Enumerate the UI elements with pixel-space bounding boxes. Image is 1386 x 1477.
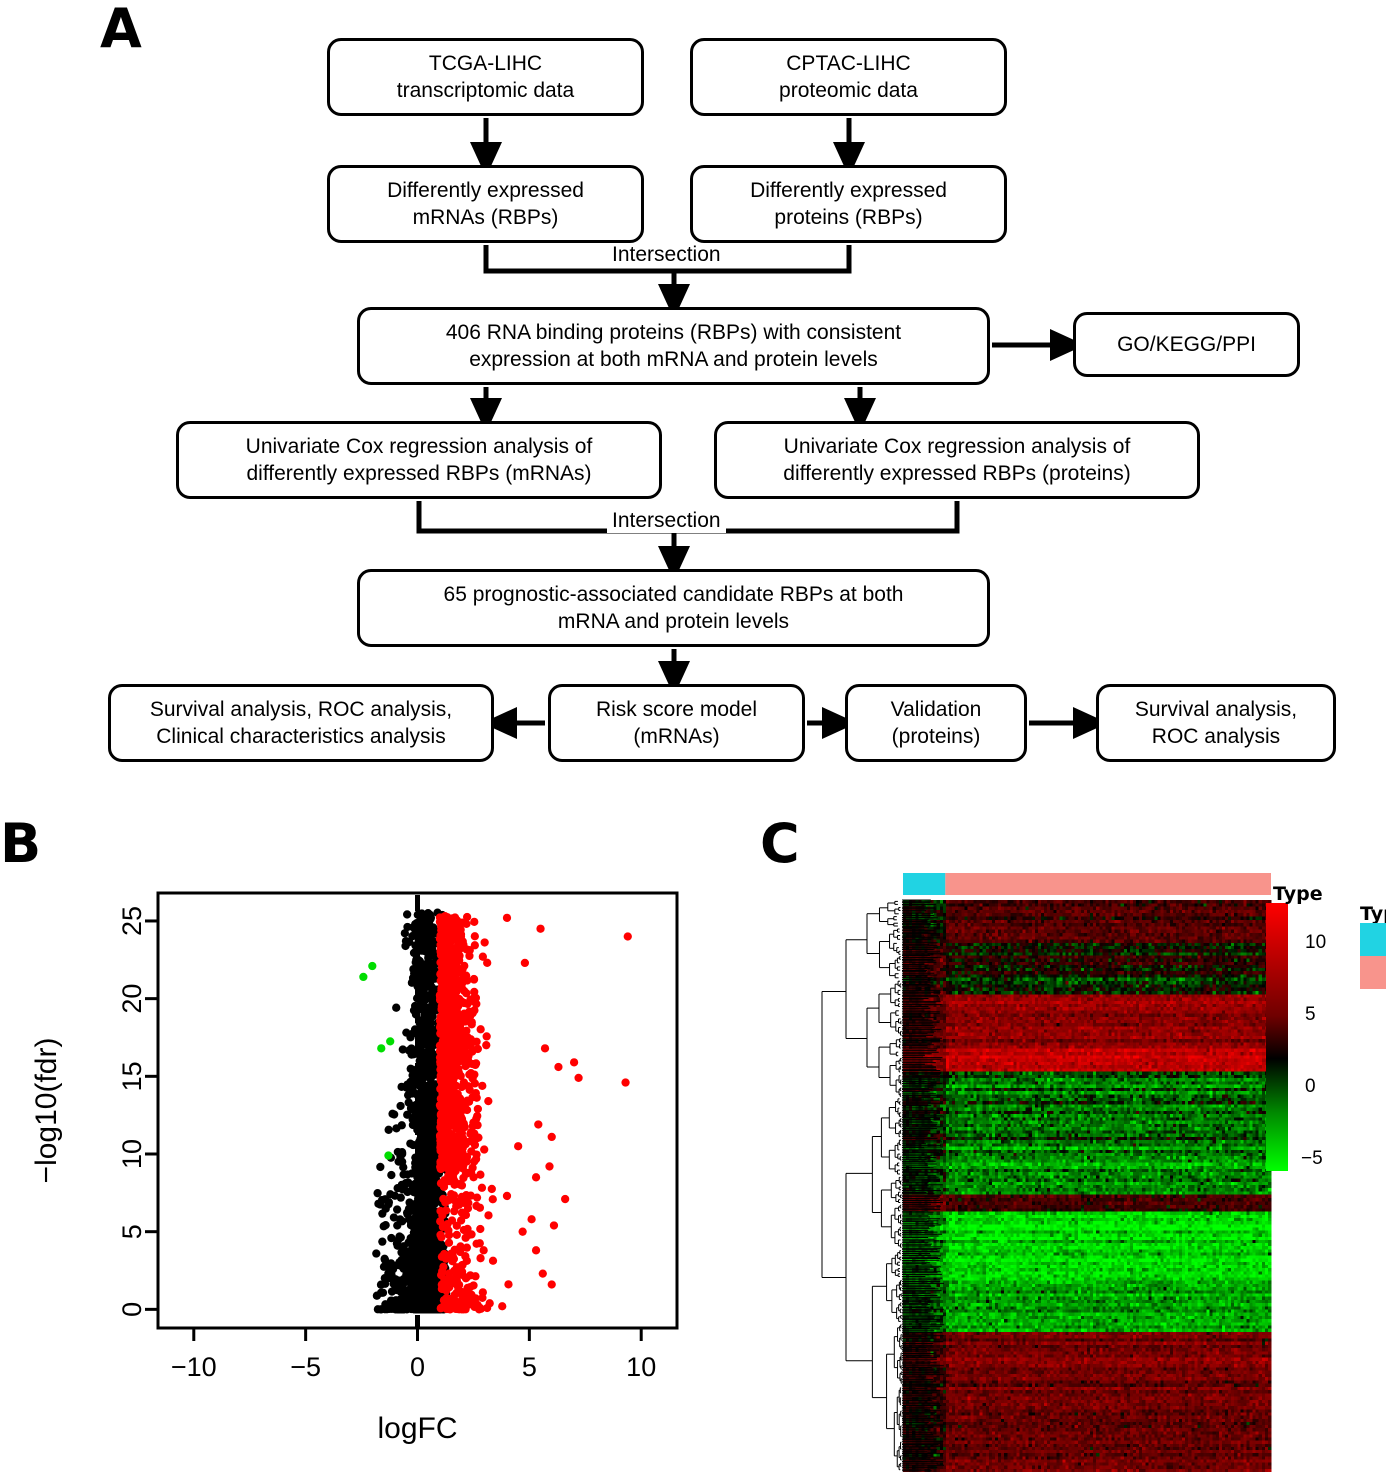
- heatmap-type-bar-title: Type: [1273, 883, 1323, 905]
- heatmap-scale-tick-0: 0: [1305, 1076, 1316, 1098]
- flowchart-box-text: CPTAC-LIHC proteomic data: [779, 50, 918, 105]
- flowchart-box-go-kegg-ppi: GO/KEGG/PPI: [1073, 312, 1300, 377]
- heatmap-colorbar: [1266, 903, 1288, 1171]
- flowchart-box-survival-clinical: Survival analysis, ROC analysis, Clinica…: [108, 684, 494, 762]
- volcano-ytick-2: 10: [117, 1139, 147, 1169]
- flowchart-box-tcga: TCGA-LIHC transcriptomic data: [327, 38, 644, 116]
- heatmap-legend-title: Type: [1360, 903, 1386, 925]
- heatmap-scale-tick-minus5: −5: [1301, 1148, 1323, 1170]
- flowchart-box-rbp65: 65 prognostic-associated candidate RBPs …: [357, 569, 990, 647]
- heatmap-chart: [760, 815, 1386, 1472]
- heatmap-legend-swatch-t: [1360, 956, 1386, 989]
- volcano-ytick-3: 15: [117, 1061, 147, 1091]
- heatmap-row-dendrogram: [822, 900, 944, 1471]
- flowchart-box-survival-roc: Survival analysis, ROC analysis: [1096, 684, 1336, 762]
- flowchart-connectors: [0, 0, 1386, 800]
- heatmap-type-bar-t: [945, 873, 1271, 895]
- volcano-ytick-4: 20: [117, 984, 147, 1014]
- flowchart-box-validation: Validation (proteins): [845, 684, 1027, 762]
- flowchart-box-text: 65 prognostic-associated candidate RBPs …: [444, 581, 904, 636]
- flowchart-box-cox-protein: Univariate Cox regression analysis of di…: [714, 421, 1200, 499]
- flowchart-box-text: Validation (proteins): [891, 696, 982, 751]
- volcano-xtick-3: 5: [522, 1352, 537, 1382]
- heatmap-scale-tick-5: 5: [1305, 1004, 1316, 1026]
- flowchart-box-text: TCGA-LIHC transcriptomic data: [397, 50, 574, 105]
- workflow-flowchart-panel: A: [0, 0, 1386, 800]
- volcano-y-axis-label: −log10(fdr): [30, 1038, 63, 1184]
- volcano-plot-panel: B −10−505100510152025logFC−log10(fdr): [0, 815, 700, 1472]
- flowchart-box-text: Survival analysis, ROC analysis, Clinica…: [150, 696, 452, 751]
- volcano-xtick-1: −5: [290, 1352, 321, 1382]
- flowchart-box-text: GO/KEGG/PPI: [1117, 331, 1256, 358]
- heatmap-legend-swatch-n: [1360, 923, 1386, 956]
- flowchart-label-intersection-2: Intersection: [607, 509, 726, 533]
- volcano-x-axis-label: logFC: [377, 1412, 457, 1445]
- flowchart-box-text: Univariate Cox regression analysis of di…: [246, 433, 593, 488]
- volcano-chart: −10 −5 0 5 10 0 5 10 15 20 25 logFC −log10(fdr): [0, 815, 700, 1472]
- volcano-xtick-4: 10: [626, 1352, 656, 1382]
- flowchart-box-cptac: CPTAC-LIHC proteomic data: [690, 38, 1007, 116]
- flowchart-box-text: Univariate Cox regression analysis of di…: [783, 433, 1130, 488]
- flowchart-box-rbp406: 406 RNA binding proteins (RBPs) with con…: [357, 307, 990, 385]
- panel-letter-a: A: [100, 2, 142, 56]
- volcano-xtick-0: −10: [171, 1352, 217, 1382]
- flowchart-box-de-protein: Differently expressed proteins (RBPs): [690, 165, 1007, 243]
- flowchart-box-de-mrna: Differently expressed mRNAs (RBPs): [327, 165, 644, 243]
- flowchart-box-text: Risk score model (mRNAs): [596, 696, 757, 751]
- flowchart-box-cox-mrna: Univariate Cox regression analysis of di…: [176, 421, 662, 499]
- heatmap-type-bar-n: [903, 873, 945, 895]
- flowchart-box-risk-score-model: Risk score model (mRNAs): [548, 684, 805, 762]
- flowchart-box-text: Survival analysis, ROC analysis: [1135, 696, 1297, 751]
- flowchart-label-intersection-1: Intersection: [607, 243, 726, 267]
- volcano-xtick-2: 0: [410, 1352, 425, 1382]
- flowchart-box-text: 406 RNA binding proteins (RBPs) with con…: [446, 319, 901, 374]
- flowchart-box-text: Differently expressed mRNAs (RBPs): [387, 177, 584, 232]
- panel-letter-c: C: [760, 817, 800, 871]
- volcano-ytick-0: 0: [117, 1302, 147, 1317]
- volcano-ytick-1: 5: [117, 1224, 147, 1239]
- flowchart-box-text: Differently expressed proteins (RBPs): [750, 177, 947, 232]
- heatmap-scale-tick-10: 10: [1305, 932, 1326, 954]
- heatmap-panel: C Type Type N T 10 5 0 −5: [760, 815, 1386, 1472]
- volcano-ytick-5: 25: [117, 906, 147, 936]
